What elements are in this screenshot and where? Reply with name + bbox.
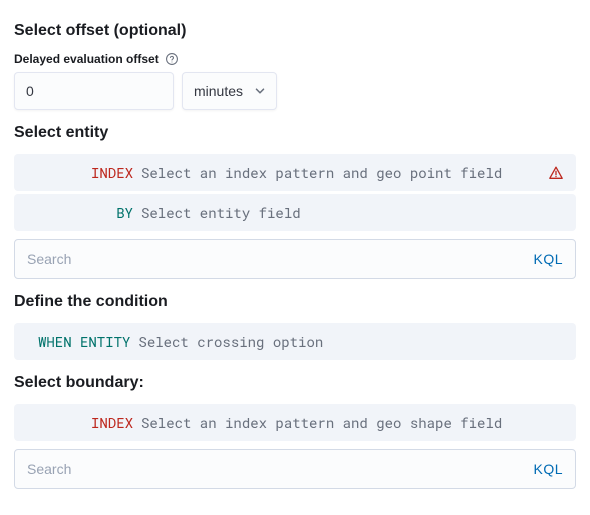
kql-toggle[interactable]: KQL	[533, 251, 563, 267]
condition-when-row[interactable]: WHEN ENTITY Select crossing option	[14, 323, 576, 360]
offset-section-title: Select offset (optional)	[14, 22, 576, 40]
offset-value-input[interactable]	[14, 72, 174, 110]
kql-toggle[interactable]: KQL	[533, 461, 563, 477]
boundary-index-placeholder: Select an index pattern and geo shape fi…	[141, 413, 564, 432]
condition-section-title: Define the condition	[14, 293, 576, 311]
index-keyword: INDEX	[26, 163, 141, 182]
entity-by-row[interactable]: BY Select entity field	[14, 194, 576, 231]
offset-unit-select[interactable]: minutes	[182, 72, 277, 110]
boundary-section-title: Select boundary:	[14, 374, 576, 392]
entity-index-row[interactable]: INDEX Select an index pattern and geo po…	[14, 154, 576, 191]
offset-label: Delayed evaluation offset	[14, 52, 159, 66]
when-entity-keyword: WHEN ENTITY	[26, 332, 138, 351]
condition-when-placeholder: Select crossing option	[138, 332, 564, 351]
entity-search-input[interactable]	[27, 251, 533, 267]
boundary-index-row[interactable]: INDEX Select an index pattern and geo sh…	[14, 404, 576, 441]
entity-section-title: Select entity	[14, 124, 576, 142]
help-icon[interactable]	[165, 52, 179, 66]
entity-index-placeholder: Select an index pattern and geo point fi…	[141, 163, 564, 182]
boundary-search-row[interactable]: KQL	[14, 449, 576, 489]
entity-by-placeholder: Select entity field	[141, 203, 564, 222]
entity-search-row[interactable]: KQL	[14, 239, 576, 279]
warning-icon	[548, 165, 564, 181]
index-keyword: INDEX	[26, 413, 141, 432]
by-keyword: BY	[26, 203, 141, 222]
boundary-search-input[interactable]	[27, 461, 533, 477]
